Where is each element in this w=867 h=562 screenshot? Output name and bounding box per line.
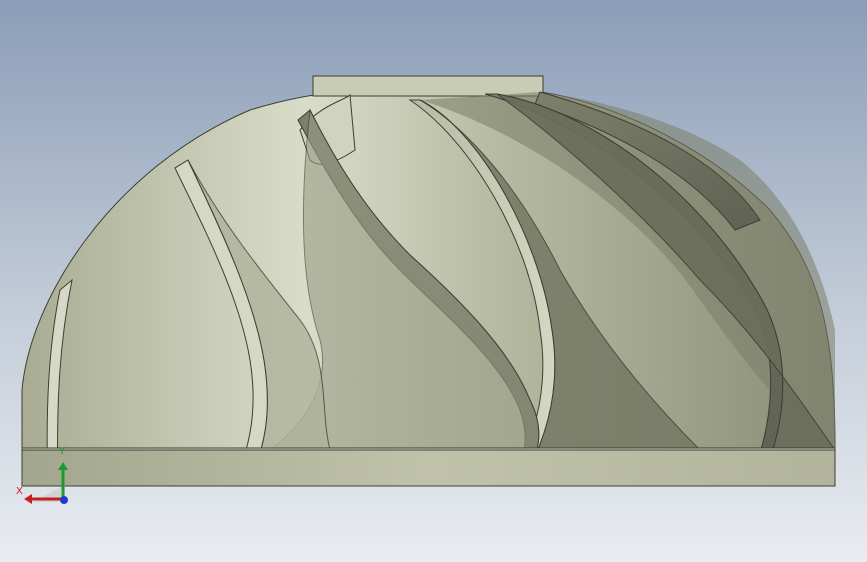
y-axis-label: Y bbox=[58, 446, 66, 457]
x-axis-label: X bbox=[16, 486, 23, 497]
3d-viewport[interactable]: X Y bbox=[0, 0, 867, 562]
y-axis-arrowhead bbox=[58, 462, 68, 470]
impeller-base-plate[interactable] bbox=[21, 449, 836, 487]
coordinate-triad: X Y bbox=[16, 446, 68, 504]
x-axis-arrowhead bbox=[24, 494, 32, 504]
impeller-model[interactable] bbox=[0, 0, 867, 562]
impeller-shaft-boss[interactable] bbox=[312, 75, 544, 97]
z-axis-dot bbox=[60, 496, 68, 504]
